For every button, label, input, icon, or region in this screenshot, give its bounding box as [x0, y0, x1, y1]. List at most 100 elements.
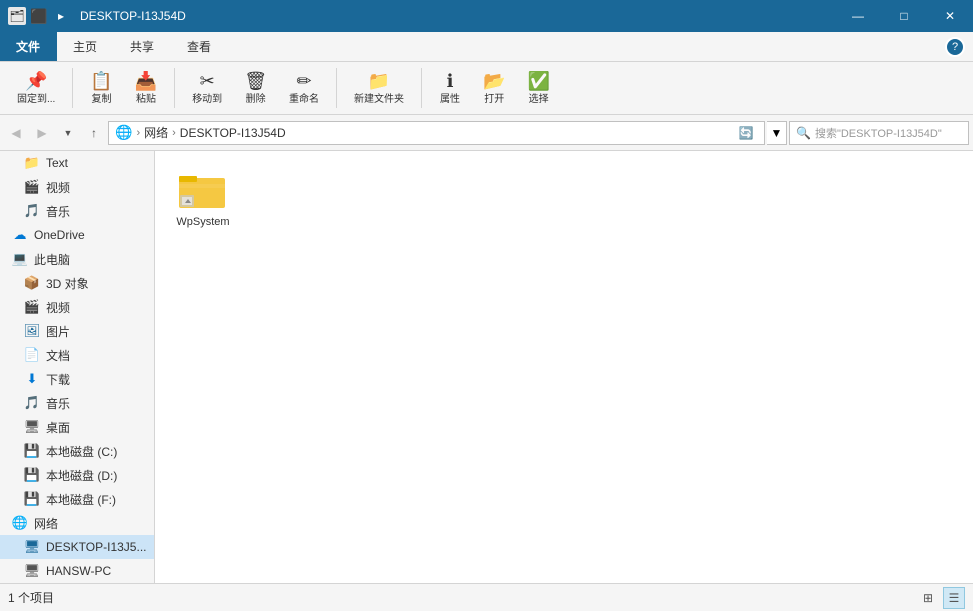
ribbon-pin-label: 固定到...: [17, 90, 55, 105]
breadcrumb-network[interactable]: 网络: [144, 124, 168, 141]
main-area: 📁Text🎬视频🎵音乐☁OneDrive💻此电脑📦3D 对象🎬视频🖼图片📄文档⬇…: [0, 151, 973, 583]
sidebar-icon-desktop: 🖥: [24, 419, 40, 435]
ribbon-rename-label: 重命名: [289, 90, 319, 105]
sidebar: 📁Text🎬视频🎵音乐☁OneDrive💻此电脑📦3D 对象🎬视频🖼图片📄文档⬇…: [0, 151, 155, 583]
title-bar: 🗂 ⬛ ▸ DESKTOP-I13J54D — □ ✕: [0, 0, 973, 32]
window-controls: — □ ✕: [835, 0, 973, 32]
ribbon-tabs: 文件 主页 共享 查看 ?: [0, 32, 973, 62]
sidebar-item-desktop-i13j54d[interactable]: 🖥DESKTOP-I13J5...: [0, 535, 154, 559]
ribbon-rename-btn[interactable]: ✏ 重命名: [280, 66, 328, 110]
ribbon-newfolder-btn[interactable]: 📁 新建文件夹: [345, 66, 413, 110]
sidebar-item-desktop[interactable]: 🖥 桌面: [0, 415, 154, 439]
sidebar-icon-drive-f: 💾: [24, 491, 40, 507]
sidebar-item-drive-d[interactable]: 💾本地磁盘 (D:): [0, 463, 154, 487]
sidebar-label-3d-objects: 3D 对象: [46, 275, 89, 292]
app-icon-2[interactable]: ⬛: [30, 7, 48, 25]
sidebar-item-text[interactable]: 📁Text: [0, 151, 154, 175]
sidebar-item-network[interactable]: 🌐网络: [0, 511, 154, 535]
address-dropdown-button[interactable]: ▼: [767, 121, 787, 145]
ribbon-copy-btn[interactable]: 📋 复制: [81, 66, 121, 110]
paste-icon: 📥: [135, 72, 157, 90]
recent-locations-button[interactable]: ▼: [56, 121, 80, 145]
sidebar-item-documents[interactable]: 📄文档: [0, 343, 154, 367]
ribbon-properties-label: 属性: [440, 90, 460, 105]
sidebar-icon-text: 📁: [24, 155, 40, 171]
ribbon-select-label: 选择: [529, 90, 549, 105]
file-item-wpsystem[interactable]: WpSystem: [163, 159, 243, 235]
ribbon-paste-btn[interactable]: 📥 粘贴: [126, 66, 166, 110]
sidebar-label-pictures: 图片: [46, 323, 70, 340]
ribbon-open-label: 打开: [484, 90, 504, 105]
sidebar-label-music: 音乐: [46, 395, 70, 412]
address-bar-actions: 🔄: [734, 121, 758, 145]
maximize-button[interactable]: □: [881, 0, 927, 32]
sidebar-item-videos[interactable]: 🎬视频: [0, 295, 154, 319]
help-button[interactable]: ?: [945, 37, 965, 57]
status-bar: 1 个项目 ⊞ ☰: [0, 583, 973, 611]
content-area: WpSystem: [155, 151, 973, 583]
forward-button[interactable]: ▶: [30, 121, 54, 145]
status-count: 1 个项目: [8, 589, 54, 606]
folder-svg: [179, 170, 227, 210]
tab-file[interactable]: 文件: [0, 32, 57, 61]
sidebar-label-music-quick: 音乐: [46, 203, 70, 220]
rename-icon: ✏: [297, 72, 312, 90]
sidebar-label-videos-quick: 视频: [46, 179, 70, 196]
ribbon-sep-2: [174, 68, 175, 108]
sidebar-icon-onedrive: ☁: [12, 227, 28, 243]
sidebar-label-desktop: 桌面: [46, 419, 70, 436]
tab-view[interactable]: 查看: [171, 32, 228, 61]
close-button[interactable]: ✕: [927, 0, 973, 32]
sidebar-label-hansw-pc: HANSW-PC: [46, 564, 111, 578]
sidebar-item-drive-c[interactable]: 💾本地磁盘 (C:): [0, 439, 154, 463]
app-icon-3[interactable]: ▸: [52, 7, 70, 25]
sidebar-item-drive-f[interactable]: 💾本地磁盘 (F:): [0, 487, 154, 511]
sidebar-label-videos: 视频: [46, 299, 70, 316]
status-right: ⊞ ☰: [917, 587, 965, 609]
sidebar-icon-videos-quick: 🎬: [24, 179, 40, 195]
ribbon-pin-btn[interactable]: 📌 固定到...: [8, 66, 64, 110]
breadcrumb-desktop[interactable]: DESKTOP-I13J54D: [180, 126, 286, 140]
grid-view-button[interactable]: ⊞: [917, 587, 939, 609]
sidebar-icon-music-quick: 🎵: [24, 203, 40, 219]
title-bar-icons: 🗂 ⬛ ▸: [8, 7, 70, 25]
ribbon-paste-label: 粘贴: [136, 90, 156, 105]
tab-share[interactable]: 共享: [114, 32, 171, 61]
search-bar[interactable]: 🔍 搜索"DESKTOP-I13J54D": [789, 121, 969, 145]
sidebar-item-music[interactable]: 🎵音乐: [0, 391, 154, 415]
minimize-button[interactable]: —: [835, 0, 881, 32]
ribbon-select-btn[interactable]: ✅ 选择: [518, 66, 558, 110]
ribbon-open-btn[interactable]: 📂 打开: [474, 66, 514, 110]
sidebar-item-pictures[interactable]: 🖼图片: [0, 319, 154, 343]
ribbon-move-btn[interactable]: ✂ 移动到: [183, 66, 231, 110]
sidebar-item-downloads[interactable]: ⬇下载: [0, 367, 154, 391]
copy-icon: 📋: [90, 72, 112, 90]
address-breadcrumb: 🌐 › 网络 › DESKTOP-I13J54D: [115, 124, 734, 141]
ribbon-sep-1: [72, 68, 73, 108]
newfolder-icon: 📁: [368, 72, 390, 90]
sidebar-icon-3d-objects: 📦: [24, 275, 40, 291]
sidebar-icon-hansw-pc: 🖥: [24, 563, 40, 579]
ribbon-newfolder-label: 新建文件夹: [354, 90, 404, 105]
sidebar-icon-downloads: ⬇: [24, 371, 40, 387]
ribbon-properties-btn[interactable]: ℹ 属性: [430, 66, 470, 110]
sidebar-item-3d-objects[interactable]: 📦 3D 对象: [0, 271, 154, 295]
tab-home[interactable]: 主页: [57, 32, 114, 61]
sidebar-item-hansw-pc[interactable]: 🖥 HANSW-PC: [0, 559, 154, 583]
sidebar-label-onedrive: OneDrive: [34, 228, 85, 242]
sidebar-icon-network: 🌐: [12, 515, 28, 531]
refresh-button[interactable]: 🔄: [734, 121, 758, 145]
list-view-button[interactable]: ☰: [943, 587, 965, 609]
sidebar-icon-this-pc: 💻: [12, 251, 28, 267]
sidebar-item-onedrive[interactable]: ☁ OneDrive: [0, 223, 154, 247]
move-icon: ✂: [200, 72, 215, 90]
up-button[interactable]: ↑: [82, 121, 106, 145]
sidebar-label-drive-c: 本地磁盘 (C:): [46, 443, 117, 460]
sidebar-item-music-quick[interactable]: 🎵 音乐: [0, 199, 154, 223]
back-button[interactable]: ◀: [4, 121, 28, 145]
address-bar[interactable]: 🌐 › 网络 › DESKTOP-I13J54D 🔄: [108, 121, 765, 145]
sidebar-item-videos-quick[interactable]: 🎬 视频: [0, 175, 154, 199]
sidebar-item-this-pc[interactable]: 💻此电脑: [0, 247, 154, 271]
ribbon-delete-label: 删除: [246, 90, 266, 105]
ribbon-delete-btn[interactable]: 🗑 删除: [235, 66, 276, 110]
